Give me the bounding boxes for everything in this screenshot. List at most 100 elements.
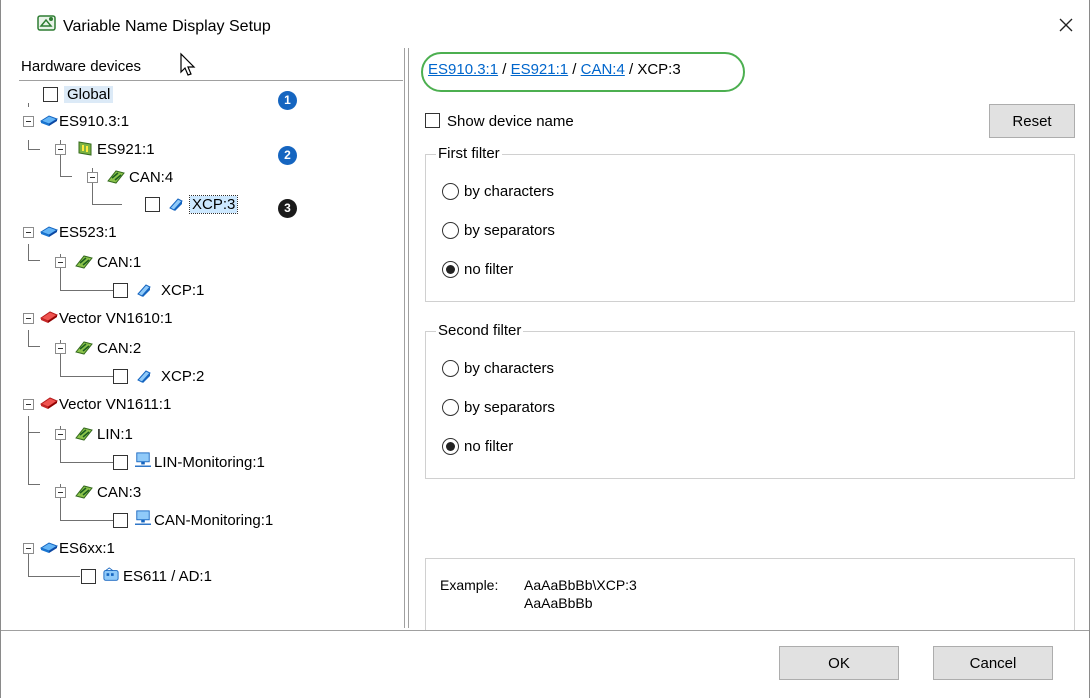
hardware-module-icon bbox=[39, 115, 59, 126]
breadcrumb-link-can4[interactable]: CAN:4 bbox=[581, 61, 625, 78]
window-title: Variable Name Display Setup bbox=[63, 18, 271, 35]
hardware-module-icon bbox=[39, 226, 59, 237]
can-bus-icon bbox=[75, 255, 93, 269]
tree-item-can-monitoring[interactable]: CAN-Monitoring:1 bbox=[154, 512, 273, 529]
radio-button-checked[interactable] bbox=[442, 438, 459, 455]
callout-badge-2: 2 bbox=[278, 146, 297, 165]
first-filter-title: First filter bbox=[436, 145, 502, 162]
tree-item-es6xx[interactable]: ES6xx:1 bbox=[59, 540, 115, 557]
vector-interface-icon bbox=[39, 397, 59, 409]
tree-item-xcp1[interactable]: XCP:1 bbox=[161, 282, 204, 299]
lin-monitoring-checkbox[interactable] bbox=[113, 455, 128, 470]
radio-button[interactable] bbox=[442, 183, 459, 200]
xcp-protocol-icon bbox=[137, 370, 151, 383]
breadcrumb-link-es910[interactable]: ES910.3:1 bbox=[428, 61, 498, 78]
radio-label[interactable]: by separators bbox=[464, 399, 555, 416]
example-label: Example: bbox=[440, 577, 499, 593]
pane-splitter[interactable] bbox=[404, 48, 409, 628]
radio-button[interactable] bbox=[442, 222, 459, 239]
tree-item-xcp3[interactable]: XCP:3 bbox=[188, 195, 239, 214]
reset-button[interactable]: Reset bbox=[989, 104, 1075, 138]
tree-item-es523[interactable]: ES523:1 bbox=[59, 224, 117, 241]
first-filter-group: First filter by characters by separators… bbox=[425, 145, 1075, 302]
xcp1-checkbox[interactable] bbox=[113, 283, 128, 298]
app-icon bbox=[37, 15, 56, 31]
collapse-icon[interactable] bbox=[23, 399, 34, 410]
breadcrumb-separator: / bbox=[502, 61, 511, 78]
tree-item-can3[interactable]: CAN:3 bbox=[97, 484, 141, 501]
monitor-network-icon bbox=[135, 510, 151, 525]
tree-item-vn1610[interactable]: Vector VN1610:1 bbox=[59, 310, 172, 327]
tree-item-es611[interactable]: ES611 / AD:1 bbox=[123, 568, 212, 585]
mouse-cursor-icon bbox=[180, 52, 196, 76]
tree-item-xcp2[interactable]: XCP:2 bbox=[161, 368, 204, 385]
collapse-icon[interactable] bbox=[55, 257, 66, 268]
radio-label[interactable]: by characters bbox=[464, 183, 554, 200]
example-preview: Example: AaAaBbBb\XCP:3 AaAaBbBb bbox=[425, 558, 1075, 630]
collapse-icon[interactable] bbox=[55, 144, 66, 155]
green-board-icon bbox=[78, 141, 92, 156]
radio-label[interactable]: by characters bbox=[464, 360, 554, 377]
hardware-header: Hardware devices bbox=[19, 48, 403, 81]
ok-button[interactable]: OK bbox=[779, 646, 899, 680]
hardware-pane: Hardware devices Global 1 ES910.3:1 ES92… bbox=[19, 48, 403, 628]
second-filter-group: Second filter by characters by separator… bbox=[425, 322, 1075, 479]
can-monitoring-checkbox[interactable] bbox=[113, 513, 128, 528]
global-checkbox[interactable] bbox=[43, 87, 58, 102]
tree-item-lin-monitoring[interactable]: LIN-Monitoring:1 bbox=[154, 454, 265, 471]
vector-interface-icon bbox=[39, 311, 59, 323]
analog-module-icon bbox=[103, 567, 119, 581]
tree-item-global[interactable]: Global bbox=[64, 86, 114, 103]
radio-label[interactable]: no filter bbox=[464, 438, 513, 455]
collapse-icon[interactable] bbox=[55, 487, 66, 498]
settings-pane: ES910.3:1 / ES921:1 / CAN:4 / XCP:3 Show… bbox=[411, 48, 1075, 630]
radio-button-checked[interactable] bbox=[442, 261, 459, 278]
example-line-2: AaAaBbBb bbox=[524, 595, 593, 611]
xcp3-checkbox[interactable] bbox=[145, 197, 160, 212]
monitor-network-icon bbox=[135, 452, 151, 467]
callout-badge-3: 3 bbox=[278, 199, 297, 218]
cancel-button[interactable]: Cancel bbox=[933, 646, 1053, 680]
dialog-window: Variable Name Display Setup Hardware dev… bbox=[0, 0, 1090, 698]
footer-divider bbox=[1, 630, 1089, 631]
can-bus-icon bbox=[75, 341, 93, 355]
radio-button[interactable] bbox=[442, 399, 459, 416]
collapse-icon[interactable] bbox=[23, 227, 34, 238]
collapse-icon[interactable] bbox=[55, 343, 66, 354]
tree-item-lin1[interactable]: LIN:1 bbox=[97, 426, 133, 443]
collapse-icon[interactable] bbox=[23, 313, 34, 324]
breadcrumb-current: XCP:3 bbox=[637, 61, 681, 78]
tree-item-can1[interactable]: CAN:1 bbox=[97, 254, 141, 271]
hardware-devices-label: Hardware devices bbox=[21, 58, 142, 75]
xcp-protocol-icon bbox=[169, 198, 183, 211]
tree-item-es910[interactable]: ES910.3:1 bbox=[59, 113, 129, 130]
xcp-protocol-icon bbox=[137, 284, 151, 297]
tree-item-vn1611[interactable]: Vector VN1611:1 bbox=[59, 396, 171, 413]
breadcrumb: ES910.3:1 / ES921:1 / CAN:4 / XCP:3 bbox=[428, 61, 681, 78]
can-bus-icon bbox=[75, 485, 93, 499]
collapse-icon[interactable] bbox=[55, 429, 66, 440]
example-line-1: AaAaBbBb\XCP:3 bbox=[524, 577, 637, 593]
title-bar: Variable Name Display Setup bbox=[1, 0, 1089, 44]
second-filter-title: Second filter bbox=[436, 322, 524, 339]
lin-bus-icon bbox=[75, 427, 93, 441]
collapse-icon[interactable] bbox=[23, 543, 34, 554]
can-bus-icon bbox=[107, 170, 125, 184]
close-icon[interactable] bbox=[1051, 10, 1081, 40]
radio-button[interactable] bbox=[442, 360, 459, 377]
tree-item-es921[interactable]: ES921:1 bbox=[97, 141, 155, 158]
collapse-icon[interactable] bbox=[87, 172, 98, 183]
show-device-name-checkbox[interactable] bbox=[425, 113, 440, 128]
breadcrumb-link-es921[interactable]: ES921:1 bbox=[511, 61, 569, 78]
tree-item-can2[interactable]: CAN:2 bbox=[97, 340, 141, 357]
tree-item-can4[interactable]: CAN:4 bbox=[129, 169, 173, 186]
show-device-name-label[interactable]: Show device name bbox=[447, 113, 574, 130]
es611-checkbox[interactable] bbox=[81, 569, 96, 584]
xcp2-checkbox[interactable] bbox=[113, 369, 128, 384]
radio-label[interactable]: no filter bbox=[464, 261, 513, 278]
breadcrumb-separator: / bbox=[572, 61, 581, 78]
callout-badge-1: 1 bbox=[278, 91, 297, 110]
collapse-icon[interactable] bbox=[23, 116, 34, 127]
hardware-module-icon bbox=[39, 542, 59, 553]
radio-label[interactable]: by separators bbox=[464, 222, 555, 239]
